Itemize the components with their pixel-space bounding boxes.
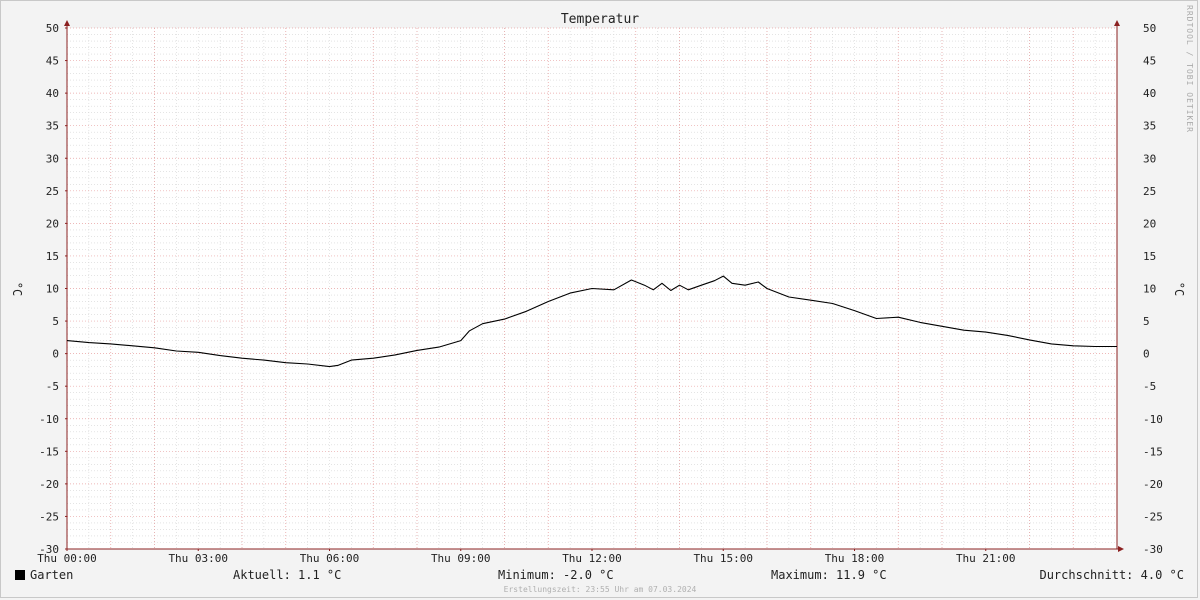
x-tick-label: Thu 06:00 (300, 552, 360, 565)
legend-current: Aktuell: 1.1 °C (233, 568, 341, 584)
y-tick-label-right: 20 (1143, 217, 1156, 230)
y-tick-label-left: -5 (46, 380, 59, 393)
y-axis-right: 50454035302520151050-5-10-15-20-25-30 (1143, 22, 1163, 556)
y-tick-label-right: 5 (1143, 315, 1150, 328)
x-tick-label: Thu 09:00 (431, 552, 491, 565)
x-axis-arrow (1118, 546, 1124, 552)
x-tick-label: Thu 15:00 (693, 552, 753, 565)
y-tick-label-right: 10 (1143, 283, 1156, 296)
y-tick-label-right: 50 (1143, 22, 1156, 35)
y-tick-label-left: 50 (46, 22, 59, 35)
y-tick-label-right: -25 (1143, 510, 1163, 523)
y-tick-label-right: 40 (1143, 87, 1156, 100)
legend-maximum: Maximum: 11.9 °C (771, 568, 887, 584)
temperature-chart: 50454035302520151050-5-10-15-20-25-30 50… (10, 5, 1194, 565)
y-tick-label-left: -25 (39, 510, 59, 523)
current-label: Aktuell: (233, 568, 291, 582)
creation-time-footer: Erstellungszeit: 23:55 Uhr am 07.03.2024 (503, 585, 697, 594)
min-label: Minimum: (498, 568, 556, 582)
y-tick-label-right: 35 (1143, 120, 1156, 133)
y-tick-label-left: 25 (46, 185, 59, 198)
legend-series-name: Garten (30, 568, 74, 582)
x-tick-label: Thu 18:00 (825, 552, 885, 565)
chart-title: Temperatur (561, 12, 639, 27)
y-tick-label-right: 30 (1143, 152, 1156, 165)
x-tick-label: Thu 21:00 (956, 552, 1016, 565)
y-tick-label-left: 20 (46, 217, 59, 230)
current-value: 1.1 °C (298, 568, 342, 582)
y-tick-label-left: -10 (39, 413, 59, 426)
y-tick-label-left: 35 (46, 120, 59, 133)
y-tick-label-right: 45 (1143, 55, 1156, 68)
y-tick-label-right: -20 (1143, 478, 1163, 491)
max-label: Maximum: (771, 568, 829, 582)
y-tick-label-left: -15 (39, 445, 59, 458)
x-tick-label: Thu 12:00 (562, 552, 622, 565)
x-tick-label: Thu 03:00 (168, 552, 228, 565)
y-tick-label-right: -15 (1143, 445, 1163, 458)
y-tick-label-left: 0 (52, 348, 59, 361)
avg-value: 4.0 °C (1140, 568, 1184, 582)
legend-swatch (15, 570, 25, 580)
avg-label: Durchschnitt: (1039, 568, 1134, 582)
x-axis: Thu 00:00 Thu 03:00 Thu 06:00 Thu 09:00 Thu … (37, 549, 1016, 565)
y-axis-label-left: °C (10, 282, 24, 296)
y-tick-label-right: 0 (1143, 348, 1150, 361)
legend-average: Durchschnitt: 4.0 °C (1039, 568, 1184, 584)
y-tick-label-left: 15 (46, 250, 59, 263)
y-tick-label-left: 5 (52, 315, 59, 328)
y-tick-label-right: 25 (1143, 185, 1156, 198)
y-axis-left-arrow (64, 20, 70, 26)
y-tick-label-right: -30 (1143, 543, 1163, 556)
y-axis-left: 50454035302520151050-5-10-15-20-25-30 (39, 22, 67, 556)
y-tick-label-left: 30 (46, 152, 59, 165)
y-tick-label-left: -20 (39, 478, 59, 491)
y-tick-label-right: 15 (1143, 250, 1156, 263)
x-tick-label: Thu 00:00 (37, 552, 97, 565)
y-tick-label-right: -5 (1143, 380, 1156, 393)
rrdtool-watermark: RRDTOOL / TOBI OETIKER (1185, 5, 1194, 133)
y-tick-label-left: 10 (46, 283, 59, 296)
y-axis-label-right: °C (1172, 282, 1186, 296)
y-tick-label-left: 45 (46, 55, 59, 68)
max-value: 11.9 °C (836, 568, 887, 582)
y-tick-label-left: 40 (46, 87, 59, 100)
y-axis-right-arrow (1114, 20, 1120, 26)
min-value: -2.0 °C (563, 568, 614, 582)
legend-minimum: Minimum: -2.0 °C (498, 568, 614, 584)
y-tick-label-right: -10 (1143, 413, 1163, 426)
